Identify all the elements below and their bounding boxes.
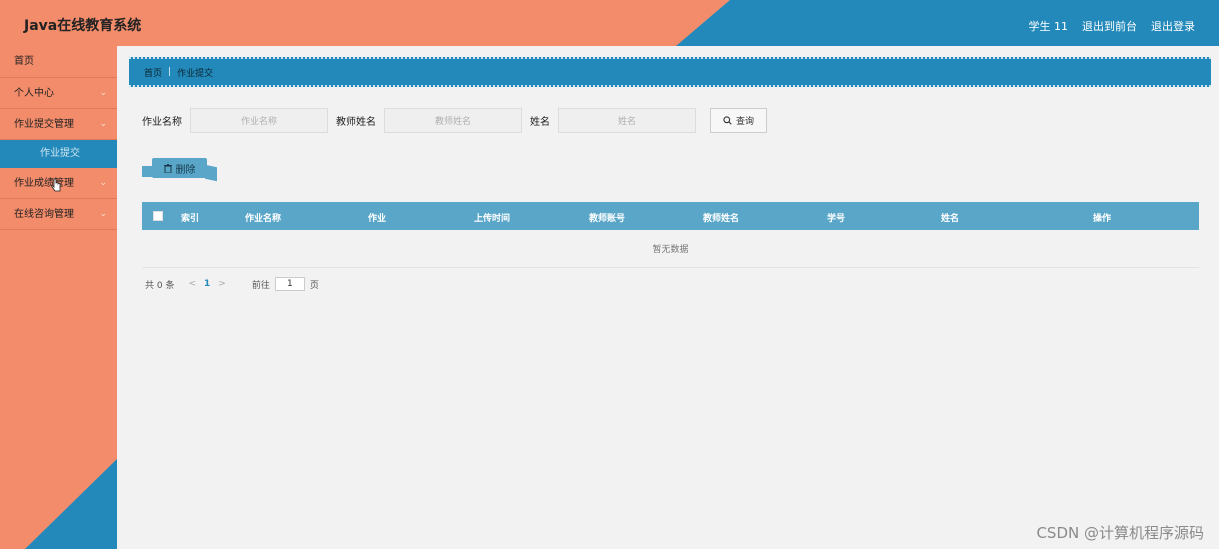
main-content: 首页 | 作业提交 作业名称 作业名称 教师姓名 教师姓名 姓名 姓名 查询 删… [117, 46, 1219, 549]
trash-icon [163, 163, 172, 173]
column-header[interactable]: 上传时间 [474, 211, 510, 224]
teacher-name-label: 教师姓名 [336, 117, 376, 128]
column-header[interactable]: 作业名称 [245, 211, 281, 224]
search-form: 作业名称 作业名称 教师姓名 教师姓名 姓名 姓名 查询 [142, 108, 767, 133]
homework-name-input[interactable]: 作业名称 [190, 108, 328, 133]
sidebar-item-personal-center[interactable]: 个人中心 ⌄ [0, 78, 117, 109]
app-title: Java在线教育系统 [24, 18, 142, 34]
sidebar-item-label: 作业提交 [40, 148, 80, 159]
mouse-cursor-icon [51, 178, 61, 192]
sidebar-item-label: 作业成绩管理 [14, 178, 74, 189]
pagination: 共 0 条 < 1 > 前往 1 页 [145, 277, 319, 291]
table-header: 索引 作业名称 作业 上传时间 教师账号 教师姓名 学号 姓名 操作 [142, 202, 1199, 230]
column-header[interactable]: 教师账号 [589, 211, 625, 224]
column-header[interactable]: 姓名 [941, 211, 959, 224]
sidebar-item-homework-submit-mgmt[interactable]: 作业提交管理 ⌄ [0, 109, 117, 140]
sidebar-item-home[interactable]: 首页 [0, 46, 117, 78]
chevron-down-icon: ⌄ [99, 88, 107, 98]
delete-button-wrapper: 删除 [142, 158, 217, 182]
sidebar-item-label: 首页 [14, 56, 34, 67]
logout-link[interactable]: 退出登录 [1151, 18, 1195, 34]
page-number[interactable]: 1 [204, 279, 210, 289]
sidebar-item-label: 作业提交管理 [14, 119, 74, 130]
column-header[interactable]: 学号 [827, 211, 845, 224]
sidebar-item-online-consult-mgmt[interactable]: 在线咨询管理 ⌄ [0, 199, 117, 230]
header-user-links: 学生 11 退出到前台 退出登录 [1029, 18, 1196, 34]
prev-page-button[interactable]: < [188, 279, 196, 289]
watermark: CSDN @计算机程序源码 [1036, 524, 1204, 542]
empty-text: 暂无数据 [652, 245, 689, 255]
column-header[interactable]: 索引 [181, 211, 199, 224]
query-button-label: 查询 [735, 117, 754, 127]
homework-table: 索引 作业名称 作业 上传时间 教师账号 教师姓名 学号 姓名 操作 暂无数据 [142, 202, 1199, 268]
column-header[interactable]: 操作 [1093, 211, 1111, 224]
sidebar-decoration [25, 459, 117, 549]
delete-button-label: 删除 [175, 164, 196, 176]
name-label: 姓名 [530, 117, 550, 128]
goto-label: 前往 [251, 280, 270, 291]
total-count: 共 0 条 [145, 280, 175, 291]
goto-page-input[interactable]: 1 [274, 277, 305, 291]
chevron-down-icon: ⌄ [99, 178, 107, 188]
back-to-front-link[interactable]: 退出到前台 [1082, 18, 1137, 34]
name-input[interactable]: 姓名 [558, 108, 696, 133]
top-header: Java在线教育系统 学生 11 退出到前台 退出登录 [0, 0, 1219, 46]
sidebar-item-label: 在线咨询管理 [14, 209, 74, 220]
breadcrumb: 首页 | 作业提交 [129, 57, 1211, 87]
breadcrumb-home[interactable]: 首页 [144, 66, 162, 79]
next-page-button[interactable]: > [218, 279, 226, 289]
teacher-name-input[interactable]: 教师姓名 [384, 108, 522, 133]
homework-name-label: 作业名称 [142, 117, 182, 128]
current-user-label: 学生 11 [1028, 20, 1069, 33]
column-header[interactable]: 教师姓名 [703, 211, 739, 224]
delete-button[interactable]: 删除 [152, 158, 207, 178]
table-empty-state: 暂无数据 [142, 230, 1199, 268]
search-icon [723, 116, 732, 125]
query-button[interactable]: 查询 [710, 108, 767, 133]
sidebar-item-homework-submit[interactable]: 作业提交 [0, 140, 117, 168]
select-all-checkbox[interactable] [153, 211, 163, 221]
column-header[interactable]: 作业 [368, 211, 386, 224]
sidebar-item-label: 个人中心 [14, 88, 54, 99]
sidebar: 首页 个人中心 ⌄ 作业提交管理 ⌄ 作业提交 作业成绩管理 ⌄ 在线咨询管理 … [0, 46, 117, 549]
page-unit-label: 页 [309, 280, 319, 291]
chevron-down-icon: ⌄ [99, 209, 107, 219]
chevron-down-icon: ⌄ [99, 119, 107, 129]
breadcrumb-current: 作业提交 [177, 68, 214, 79]
breadcrumb-separator: | [168, 67, 172, 77]
